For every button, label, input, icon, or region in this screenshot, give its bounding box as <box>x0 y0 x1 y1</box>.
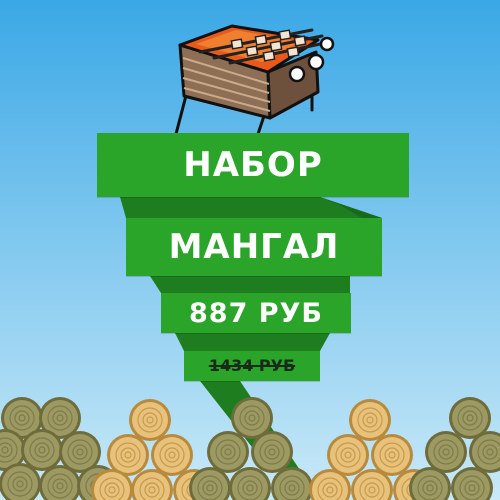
old-price-banner: 1434 РУБ <box>184 351 320 381</box>
title-line-1: НАБОР <box>183 145 323 185</box>
title-banner-2: МАНГАЛ <box>126 218 382 276</box>
old-price-label: 1434 РУБ <box>208 356 296 375</box>
promo-card: НАБОР МАНГАЛ 887 РУБ 1434 РУБ <box>0 0 500 500</box>
price-banner: 887 РУБ <box>161 293 351 333</box>
price-label: 887 РУБ <box>189 297 323 329</box>
title-banner-1: НАБОР <box>97 133 409 197</box>
title-line-2: МАНГАЛ <box>168 227 340 267</box>
